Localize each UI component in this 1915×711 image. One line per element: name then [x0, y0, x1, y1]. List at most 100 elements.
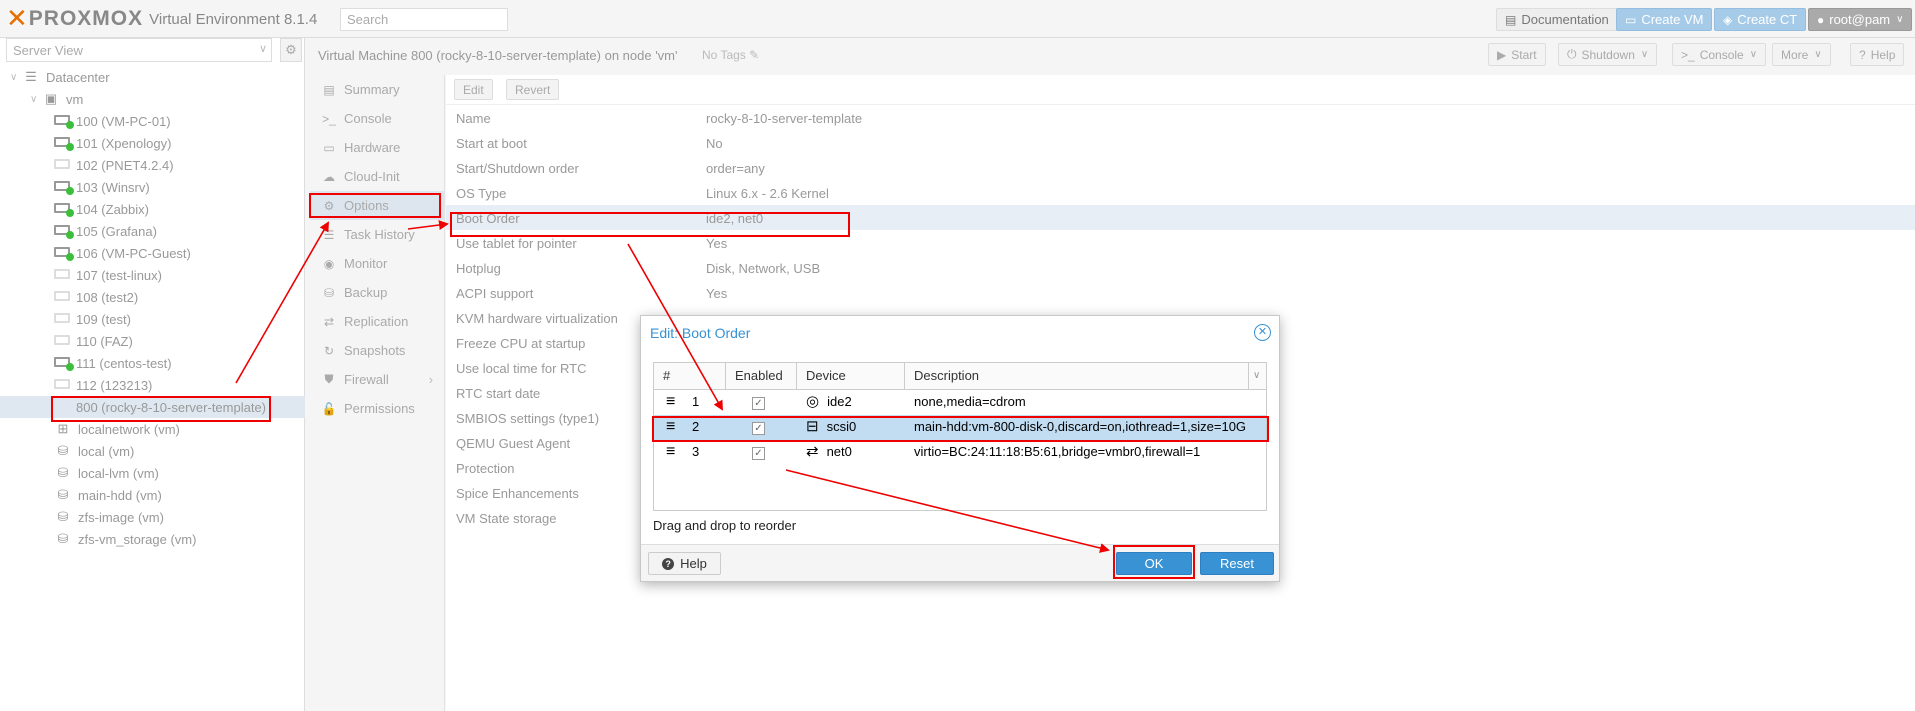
help-button[interactable]: ? Help [1850, 43, 1905, 66]
tree-node[interactable]: 102 (PNET4.2.4) [0, 154, 305, 176]
column-header-enabled[interactable]: Enabled [726, 363, 797, 390]
tree-node[interactable]: ⛁ zfs-image (vm) [0, 506, 305, 528]
summary-icon: ▤ [323, 82, 335, 97]
console-button[interactable]: >_ Console ∨ [1672, 43, 1767, 66]
column-header-number[interactable]: # [654, 363, 726, 390]
tree-node[interactable]: 107 (test-linux) [0, 264, 305, 286]
vm-stopped-icon [54, 290, 72, 304]
annotation-box-options [309, 193, 441, 218]
tree-node[interactable]: 110 (FAZ) [0, 330, 305, 352]
documentation-button[interactable]: ▤ Documentation [1496, 8, 1618, 31]
tree-node[interactable]: 100 (VM-PC-01) [0, 110, 305, 132]
boot-order-number: 1 [692, 394, 700, 409]
tree-node[interactable]: 105 (Grafana) [0, 220, 305, 242]
boot-order-row[interactable]: ≡ 3 ✓ ⇄ net0 virtio=BC:24:11:18:B5:61,bridge=… [654, 440, 1266, 465]
user-icon: ● [1817, 12, 1825, 27]
tree-node[interactable]: 104 (Zabbix) [0, 198, 305, 220]
option-value: order=any [706, 161, 765, 176]
list-icon: ☰ [323, 227, 335, 242]
tree-node[interactable]: 108 (test2) [0, 286, 305, 308]
resource-tree: ∨ ☰ Datacenter ∨ ▣ vm 100 (VM-PC-01) 101 (Xpeno… [0, 66, 305, 550]
edit-button[interactable]: Edit [454, 79, 493, 100]
tree-node[interactable]: 103 (Winsrv) [0, 176, 305, 198]
option-key: Freeze CPU at startup [456, 336, 586, 351]
close-icon[interactable]: ✕ [1254, 324, 1271, 341]
tree-node[interactable]: ∨ ▣ vm [0, 88, 305, 110]
tree-node[interactable]: 111 (centos-test) [0, 352, 305, 374]
annotation-box-scsi0-row [652, 416, 1269, 442]
tree-node-label: localnetwork (vm) [78, 421, 180, 437]
column-menu-trigger[interactable]: ∨ [1249, 363, 1268, 390]
annotation-box-boot-order [450, 212, 850, 237]
replication-icon: ⇄ [323, 314, 335, 329]
tree-node-label: 109 (test) [76, 311, 131, 327]
create-vm-label: Create VM [1641, 12, 1704, 27]
view-selector[interactable]: Server View ∨ [6, 38, 272, 62]
drag-handle-icon[interactable]: ≡ [666, 440, 675, 465]
drag-hint: Drag and drop to reorder [653, 518, 797, 533]
nav-item-hardware[interactable]: ▭ Hardware [310, 133, 444, 162]
create-vm-button[interactable]: ▭ Create VM [1616, 8, 1713, 31]
tree-node[interactable]: ∨ ☰ Datacenter [0, 66, 305, 88]
enabled-cell: ✓ [752, 390, 765, 415]
option-key: QEMU Guest Agent [456, 436, 571, 451]
expand-toggle-icon[interactable]: ∨ [10, 72, 22, 83]
column-header-description[interactable]: Description [905, 363, 1249, 390]
tree-node[interactable]: ⛁ main-hdd (vm) [0, 484, 305, 506]
user-menu-button[interactable]: ● root@pam ∨ [1808, 8, 1913, 31]
option-key: ACPI support [456, 286, 534, 301]
option-key: Start at boot [456, 136, 527, 151]
option-row[interactable]: Start/Shutdown order order=any [446, 155, 1915, 180]
chevron-down-icon: ∨ [258, 43, 267, 55]
start-label: Start [1511, 47, 1537, 62]
edit-boot-order-dialog: Edit: Boot Order ✕ # Enabled Device Desc… [640, 315, 1280, 582]
tags-editor[interactable]: No Tags ✎ [702, 48, 759, 62]
nav-item-monitor[interactable]: ◉ Monitor [310, 249, 444, 278]
tree-node[interactable]: 106 (VM-PC-Guest) [0, 242, 305, 264]
nav-item-console[interactable]: >_ Console [310, 104, 444, 133]
tree-node[interactable]: ⛁ local-lvm (vm) [0, 462, 305, 484]
vm-stopped-icon [54, 334, 72, 348]
dialog-help-button[interactable]: ? Help [648, 552, 721, 575]
nav-item-replication[interactable]: ⇄ Replication [310, 307, 444, 336]
storage-icon: ⛁ [57, 443, 69, 458]
boot-order-row[interactable]: ≡ 1 ✓ ◎ ide2 none,media=cdrom [654, 390, 1266, 415]
expand-toggle-icon[interactable]: ∨ [30, 94, 42, 105]
console-icon: >_ [322, 111, 336, 126]
enabled-checkbox[interactable]: ✓ [752, 447, 765, 460]
tree-node[interactable]: ⛁ zfs-vm_storage (vm) [0, 528, 305, 550]
shutdown-button[interactable]: ⏻ Shutdown ∨ [1558, 43, 1658, 66]
search-input[interactable]: Search [340, 8, 508, 31]
nav-item-cloud-init[interactable]: ☁ Cloud-Init [310, 162, 444, 191]
enabled-checkbox[interactable]: ✓ [752, 397, 765, 410]
revert-button[interactable]: Revert [506, 79, 560, 100]
chevron-down-icon: ∨ [1749, 49, 1758, 60]
tree-node[interactable]: 101 (Xpenology) [0, 132, 305, 154]
option-row[interactable]: Name rocky-8-10-server-template [446, 105, 1915, 130]
nav-item-label: Task History [344, 227, 415, 242]
tree-node[interactable]: 112 (123213) [0, 374, 305, 396]
history-icon: ↻ [323, 343, 335, 358]
drag-handle-icon[interactable]: ≡ [666, 390, 675, 415]
tree-node-label: 101 (Xpenology) [76, 135, 172, 151]
option-row[interactable]: Start at boot No [446, 130, 1915, 155]
tree-node[interactable]: 109 (test) [0, 308, 305, 330]
nav-item-summary[interactable]: ▤ Summary [310, 75, 444, 104]
nav-item-permissions[interactable]: 🔓 Permissions [310, 394, 444, 423]
option-row[interactable]: Hotplug Disk, Network, USB [446, 255, 1915, 280]
option-row[interactable]: ACPI support Yes [446, 280, 1915, 305]
more-button[interactable]: More ∨ [1772, 43, 1831, 66]
nav-item-firewall[interactable]: ⛊ Firewall › [310, 365, 444, 394]
create-ct-button[interactable]: ◈ Create CT [1714, 8, 1807, 31]
tree-node[interactable]: ⛁ local (vm) [0, 440, 305, 462]
nav-item-task-history[interactable]: ☰ Task History [310, 220, 444, 249]
start-button[interactable]: ▶ Start [1488, 43, 1546, 66]
column-header-device[interactable]: Device [797, 363, 905, 390]
nav-item-snapshots[interactable]: ↻ Snapshots [310, 336, 444, 365]
option-row[interactable]: OS Type Linux 6.x - 2.6 Kernel [446, 180, 1915, 205]
reset-button[interactable]: Reset [1200, 552, 1274, 575]
nav-item-backup[interactable]: ⛁ Backup [310, 278, 444, 307]
proxmox-logo: ✕ PROXMOX Virtual Environment 8.1.4 [6, 6, 317, 32]
grid-header: # Enabled Device Description ∨ [654, 363, 1266, 390]
tree-settings-button[interactable]: ⚙ [280, 38, 302, 62]
